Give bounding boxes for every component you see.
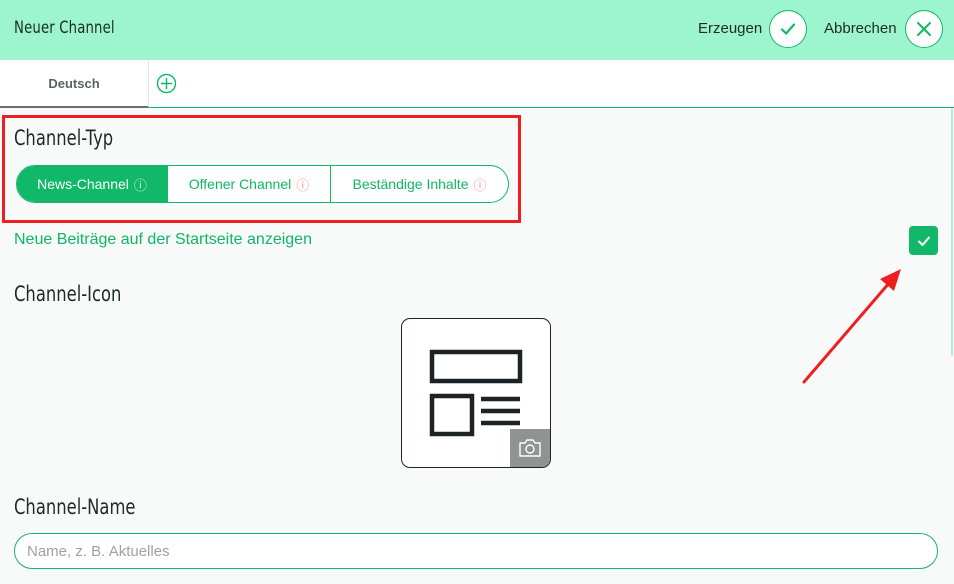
create-button[interactable] bbox=[769, 10, 807, 48]
header-bar: Neuer Channel Erzeugen Abbrechen bbox=[0, 0, 954, 60]
scroll-edge bbox=[951, 108, 953, 356]
show-on-start-label: Neue Beiträge auf der Startseite anzeige… bbox=[14, 231, 312, 248]
create-label[interactable]: Erzeugen bbox=[698, 20, 762, 37]
channel-type-news[interactable]: News-Channel ⓘ bbox=[17, 166, 168, 202]
channel-icon-heading: Channel-Icon bbox=[14, 282, 122, 306]
channel-name-input[interactable] bbox=[14, 533, 938, 569]
language-tabbar: Deutsch bbox=[0, 60, 954, 108]
tab-underline bbox=[149, 107, 954, 108]
cancel-button[interactable] bbox=[905, 10, 943, 48]
plus-circle-icon[interactable] bbox=[156, 73, 177, 94]
page-title: Neuer Channel bbox=[14, 18, 115, 38]
channel-type-open[interactable]: Offener Channel ⓘ bbox=[168, 166, 331, 202]
check-icon bbox=[780, 23, 796, 35]
check-icon bbox=[917, 236, 930, 246]
camera-icon bbox=[519, 439, 541, 457]
channel-icon-picker[interactable] bbox=[401, 318, 551, 468]
channel-type-selector: News-Channel ⓘ Offener Channel ⓘ Beständ… bbox=[16, 165, 509, 203]
info-icon[interactable]: ⓘ bbox=[296, 175, 309, 194]
channel-type-open-label: Offener Channel bbox=[188, 176, 292, 192]
camera-button[interactable] bbox=[510, 429, 550, 467]
cancel-label[interactable]: Abbrechen bbox=[824, 20, 897, 37]
channel-type-heading: Channel-Typ bbox=[14, 126, 114, 150]
close-icon bbox=[917, 22, 931, 36]
channel-type-news-label: News-Channel bbox=[37, 176, 129, 192]
show-on-start-checkbox[interactable] bbox=[909, 226, 938, 255]
info-icon[interactable]: ⓘ bbox=[134, 175, 147, 194]
channel-name-heading: Channel-Name bbox=[14, 495, 136, 519]
info-icon[interactable]: ⓘ bbox=[473, 175, 486, 194]
tab-deutsch[interactable]: Deutsch bbox=[0, 60, 149, 108]
channel-type-persistent-label: Beständige Inhalte bbox=[352, 176, 469, 192]
channel-type-persistent[interactable]: Beständige Inhalte ⓘ bbox=[331, 166, 508, 202]
annotation-arrow bbox=[802, 269, 901, 384]
